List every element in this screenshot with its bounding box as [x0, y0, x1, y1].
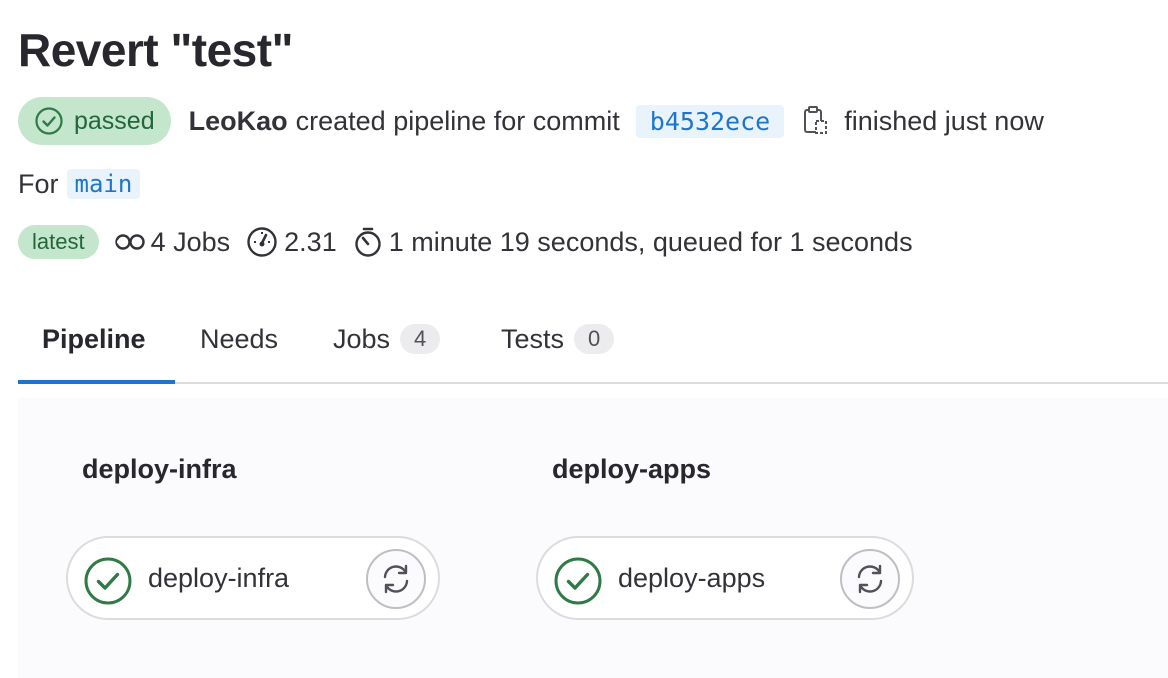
status-label: passed — [74, 106, 155, 135]
duration-text: 1 minute 19 seconds, queued for 1 second… — [388, 226, 913, 257]
copy-to-clipboard-icon[interactable] — [802, 105, 830, 137]
stopwatch-icon — [353, 226, 383, 258]
jobs-count: 4 Jobs — [150, 226, 231, 257]
tests-count-badge: 0 — [574, 324, 615, 354]
pipeline-graph: deploy-infra deploy-infra deploy-apps de… — [18, 398, 1168, 678]
finished-time: finished just now — [844, 105, 1044, 136]
author-link[interactable]: LeoKao — [189, 106, 288, 137]
compute-minutes: 2.31 — [284, 226, 337, 257]
jobs-count-badge: 4 — [400, 324, 441, 354]
job-card[interactable]: deploy-apps — [536, 536, 914, 620]
job-name[interactable]: deploy-infra — [148, 563, 289, 594]
status-badge[interactable]: passed — [18, 97, 171, 145]
commit-sha-link[interactable]: b4532ece — [635, 104, 785, 138]
stage-title: deploy-apps — [552, 454, 712, 484]
retry-icon — [857, 564, 883, 594]
tab-tests[interactable]: Tests 0 — [501, 296, 615, 382]
job-card[interactable]: deploy-infra — [66, 536, 440, 620]
active-tab-indicator — [18, 380, 175, 384]
branch-row: For main — [18, 166, 141, 202]
action-text: created pipeline for commit — [295, 105, 620, 136]
retry-icon — [383, 564, 409, 594]
branch-link[interactable]: main — [66, 169, 141, 199]
stage-title: deploy-infra — [82, 454, 237, 484]
page-title: Revert "test" — [18, 24, 293, 76]
pipeline-summary: passed LeoKao created pipeline for commi… — [18, 97, 1044, 145]
tab-jobs-label: Jobs — [333, 323, 391, 354]
retry-button[interactable] — [840, 549, 900, 609]
retry-button[interactable] — [366, 549, 426, 609]
job-name[interactable]: deploy-apps — [618, 563, 765, 594]
check-circle-icon — [34, 106, 64, 136]
for-label: For — [18, 168, 59, 199]
pipeline-jobs-icon — [114, 231, 145, 253]
tab-needs[interactable]: Needs — [200, 296, 278, 382]
latest-badge: latest — [18, 225, 99, 259]
tab-tests-label: Tests — [501, 323, 565, 354]
tab-jobs[interactable]: Jobs 4 — [333, 296, 441, 382]
tab-needs-label: Needs — [200, 323, 279, 354]
gauge-icon — [246, 226, 278, 258]
pipeline-meta: latest 4 Jobs 2.31 1 minute 19 seconds, … — [18, 222, 913, 262]
tab-pipeline-label: Pipeline — [42, 323, 146, 354]
success-status-icon — [84, 557, 132, 605]
pipeline-tabs: Pipeline Needs Jobs 4 Tests 0 — [18, 296, 1168, 384]
success-status-icon — [554, 557, 602, 605]
tab-pipeline[interactable]: Pipeline — [42, 296, 146, 382]
